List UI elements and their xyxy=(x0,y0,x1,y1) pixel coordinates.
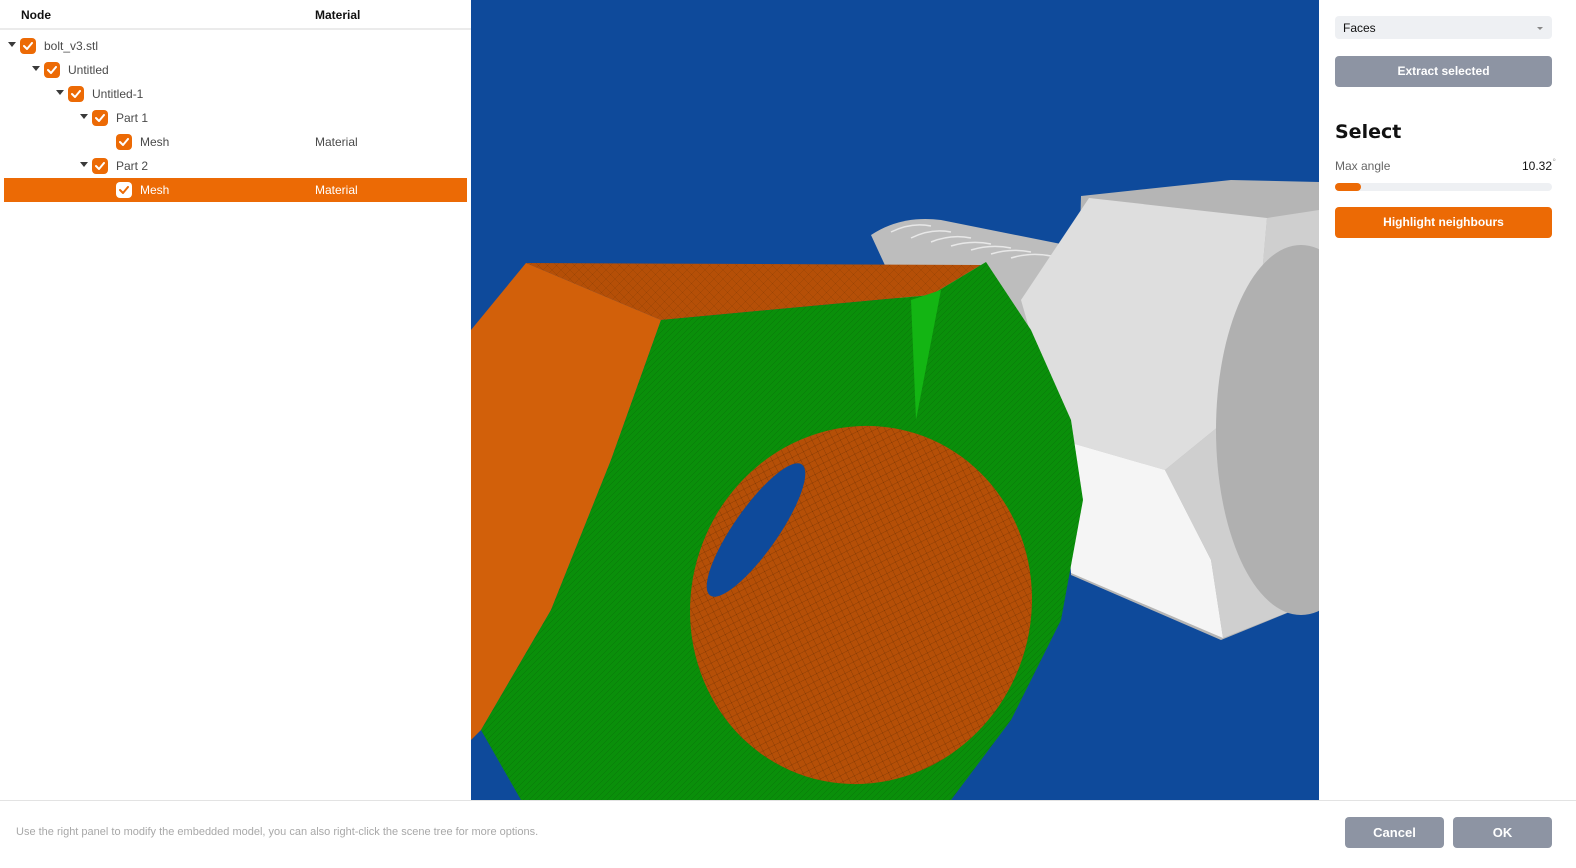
tree-row[interactable]: Mesh Material xyxy=(4,178,467,202)
tree-node-label: Mesh xyxy=(140,183,170,197)
tree-header: Node Material xyxy=(0,0,471,30)
tree-node-label: Part 2 xyxy=(116,159,149,173)
check-icon xyxy=(119,138,129,146)
dialog-footer: Use the right panel to modify the embedd… xyxy=(0,800,1576,868)
column-header-material[interactable]: Material xyxy=(315,8,360,22)
chevron-down-icon xyxy=(1537,27,1543,30)
max-angle-value[interactable]: 10.32 xyxy=(1522,159,1552,173)
tree-row[interactable]: Part 1 xyxy=(4,106,467,130)
tree-row[interactable]: Part 2 xyxy=(4,154,467,178)
tree-rows: bolt_v3.stl Untitled Untitled-1 Part 1 Mesh M… xyxy=(0,34,471,202)
expand-arrow-icon[interactable] xyxy=(32,66,40,71)
visibility-checkbox[interactable] xyxy=(68,86,84,102)
tree-node-material[interactable]: Material xyxy=(315,135,358,149)
tree-row[interactable]: Untitled-1 xyxy=(4,82,467,106)
tree-node-label: Untitled-1 xyxy=(92,87,144,101)
expand-arrow-icon[interactable] xyxy=(80,162,88,167)
tree-row[interactable]: Mesh Material xyxy=(4,130,467,154)
embedded-model-editor-dialog: Node Material bolt_v3.stl Untitled Untitle… xyxy=(0,0,1576,868)
visibility-checkbox[interactable] xyxy=(44,62,60,78)
column-header-node[interactable]: Node xyxy=(21,8,51,22)
visibility-checkbox[interactable] xyxy=(20,38,36,54)
footer-hint-text: Use the right panel to modify the embedd… xyxy=(16,826,539,838)
max-angle-slider[interactable] xyxy=(1335,183,1552,191)
visibility-checkbox[interactable] xyxy=(92,158,108,174)
tree-row[interactable]: Untitled xyxy=(4,58,467,82)
expand-arrow-icon[interactable] xyxy=(56,90,64,95)
tree-node-label: Part 1 xyxy=(116,111,149,125)
check-icon xyxy=(23,42,33,50)
3d-viewport[interactable] xyxy=(471,0,1319,800)
properties-panel: Faces Extract selected Select Max angle … xyxy=(1319,0,1576,800)
tree-node-label: Mesh xyxy=(140,135,170,149)
check-icon xyxy=(47,66,57,74)
visibility-checkbox[interactable] xyxy=(92,110,108,126)
select-section-title: Select xyxy=(1335,121,1402,143)
expand-arrow-icon[interactable] xyxy=(8,42,16,47)
check-icon xyxy=(119,186,129,194)
max-angle-slider-fill[interactable] xyxy=(1335,183,1362,191)
check-icon xyxy=(71,90,81,98)
extract-selected-button[interactable]: Extract selected xyxy=(1335,56,1552,87)
check-icon xyxy=(95,114,105,122)
expand-arrow-icon[interactable] xyxy=(80,114,88,119)
tree-node-label: Untitled xyxy=(68,63,109,77)
ok-button[interactable]: OK xyxy=(1453,817,1552,848)
tree-node-label: bolt_v3.stl xyxy=(44,39,99,53)
scene-tree-panel: Node Material bolt_v3.stl Untitled Untitle… xyxy=(0,0,471,800)
tree-row[interactable]: bolt_v3.stl xyxy=(4,34,467,58)
check-icon xyxy=(95,162,105,170)
selection-mode-value: Faces xyxy=(1343,21,1376,35)
degree-unit: ° xyxy=(1552,157,1556,167)
3d-scene[interactable] xyxy=(471,0,1319,800)
tree-node-material[interactable]: Material xyxy=(315,183,358,197)
highlight-neighbours-button[interactable]: Highlight neighbours xyxy=(1335,207,1552,238)
selection-mode-dropdown[interactable]: Faces xyxy=(1335,16,1552,39)
cancel-button[interactable]: Cancel xyxy=(1345,817,1444,848)
visibility-checkbox[interactable] xyxy=(116,134,132,150)
visibility-checkbox[interactable] xyxy=(116,182,132,198)
max-angle-label: Max angle xyxy=(1335,159,1391,173)
